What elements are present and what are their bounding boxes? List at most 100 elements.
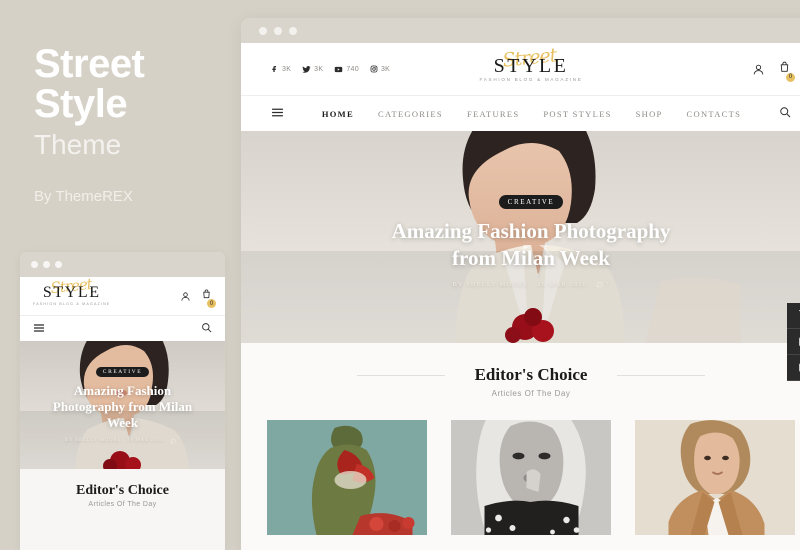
hero-category-badge[interactable]: CREATIVE <box>498 194 564 209</box>
mobile-hero-comment-count: 7 <box>177 438 181 443</box>
editors-choice-section: Editor's Choice Articles Of The Day <box>241 343 800 406</box>
hero-title-line2: from Milan Week <box>452 245 610 270</box>
hero-meta: BY SHELLY MOORE 26 MAR 2020 7 <box>452 281 609 288</box>
floating-action-bar <box>787 303 800 381</box>
mobile-hero-author: BY SHELLY MOORE <box>64 438 121 443</box>
menu-item-post-styles[interactable]: POST STYLES <box>543 109 611 119</box>
editors-choice-title: Editor's Choice <box>474 365 588 384</box>
header-actions: 0 <box>752 60 795 82</box>
hero-comment-count: 7 <box>605 280 610 288</box>
mobile-editors-choice-section: Editor's Choice Articles Of The Day <box>20 469 225 508</box>
article-card-bw-portrait[interactable] <box>451 420 611 535</box>
cart-icon <box>780 61 789 72</box>
mobile-cart-button[interactable]: 0 <box>201 287 216 308</box>
mobile-titlebar <box>20 252 225 277</box>
promo-title-line1: Street <box>34 42 145 86</box>
cart-button[interactable]: 0 <box>778 60 795 82</box>
social-facebook[interactable]: 3K <box>271 65 291 73</box>
hamburger-icon <box>272 108 283 116</box>
social-instagram-count: 3K <box>380 65 391 73</box>
facebook-icon <box>272 66 276 72</box>
mobile-header: Street STYLE FASHION BLOG & MAGAZINE 0 <box>20 275 225 315</box>
mobile-hamburger-menu-button[interactable] <box>33 320 45 338</box>
mobile-window-dot-maximize[interactable] <box>55 261 62 268</box>
user-icon[interactable] <box>180 291 191 302</box>
social-youtube[interactable]: 740 <box>334 65 359 74</box>
menu-item-home[interactable]: HOME <box>322 109 354 119</box>
user-icon[interactable] <box>752 63 765 76</box>
hero-section[interactable]: CREATIVE Amazing Fashion Photography fro… <box>241 131 800 343</box>
window-dot-maximize[interactable] <box>289 26 297 35</box>
promo-panel: Street Style Theme By ThemeREX <box>34 44 234 205</box>
article-card-grid <box>241 406 800 535</box>
social-twitter-count: 3K <box>314 65 324 73</box>
mobile-logo-tagline: FASHION BLOG & MAGAZINE <box>33 302 111 307</box>
floating-image-button[interactable] <box>787 329 800 355</box>
social-links: 3K 3K 740 3K <box>271 65 390 74</box>
search-button[interactable] <box>779 105 791 123</box>
promo-byline: By ThemeREX <box>34 188 133 205</box>
search-icon <box>202 322 212 332</box>
floating-cart-button[interactable] <box>787 303 800 329</box>
promo-title-line2: Style <box>34 82 128 126</box>
site-header: 3K 3K 740 3K Street STYLE FASHION BLOG &… <box>241 43 800 95</box>
mobile-cart-count-badge: 0 <box>207 299 216 308</box>
menu-item-features[interactable]: FEATURES <box>467 109 519 119</box>
menu-list: HOME CATEGORIES FEATURES POST STYLES SHO… <box>322 109 741 119</box>
instagram-icon <box>370 65 378 73</box>
hamburger-icon <box>34 323 44 332</box>
editors-choice-subtitle: Articles Of The Day <box>491 389 571 398</box>
window-dot-close[interactable] <box>259 26 267 35</box>
social-facebook-count: 3K <box>282 65 292 73</box>
hero-title-line1: Amazing Fashion Photography <box>391 218 671 243</box>
comment-icon <box>596 281 603 287</box>
logo-main-text: STYLE <box>493 54 569 77</box>
menu-item-categories[interactable]: CATEGORIES <box>378 109 443 119</box>
comment-icon <box>170 438 176 443</box>
mobile-hero-title-line2: Photography from Milan <box>52 398 193 414</box>
youtube-icon <box>335 66 343 72</box>
mobile-mockup: Street STYLE FASHION BLOG & MAGAZINE 0 C… <box>20 252 225 550</box>
mobile-hero-meta: BY SHELLY MOORE 26 MAR 2020 7 <box>65 438 181 444</box>
article-card-green-dress[interactable] <box>267 420 427 535</box>
hero-author: BY SHELLY MOORE <box>452 280 529 288</box>
logo-tagline: FASHION BLOG & MAGAZINE <box>479 76 583 82</box>
promo-subtitle: Theme <box>34 129 122 160</box>
social-instagram[interactable]: 3K <box>370 65 390 73</box>
mobile-header-actions: 0 <box>180 287 216 308</box>
main-navigation: HOME CATEGORIES FEATURES POST STYLES SHO… <box>241 95 800 131</box>
hamburger-menu-button[interactable] <box>271 105 284 123</box>
menu-item-contacts[interactable]: CONTACTS <box>687 109 742 119</box>
divider-right <box>617 375 705 376</box>
card-image-camel-blazer <box>635 420 795 535</box>
mobile-site-logo[interactable]: Street STYLE FASHION BLOG & MAGAZINE <box>33 275 111 307</box>
mobile-hero-title-line3: Week <box>106 414 139 430</box>
hero-comments: 7 <box>596 281 609 288</box>
site-logo[interactable]: Street STYLE FASHION BLOG & MAGAZINE <box>479 44 583 83</box>
mobile-hero-section[interactable]: CREATIVE Amazing Fashion Photography fro… <box>20 341 225 469</box>
card-image-bw-portrait <box>451 420 611 535</box>
mobile-logo-main-text: STYLE <box>42 284 101 302</box>
social-youtube-count: 740 <box>346 65 359 73</box>
mobile-window-dot-close[interactable] <box>31 261 38 268</box>
menu-item-shop[interactable]: SHOP <box>636 109 663 119</box>
cart-count-badge: 0 <box>786 72 795 82</box>
desktop-mockup: 3K 3K 740 3K Street STYLE FASHION BLOG &… <box>241 18 800 550</box>
mobile-navigation <box>20 315 225 341</box>
card-image-green-dress <box>267 420 427 535</box>
mobile-hero-comments: 7 <box>170 438 181 444</box>
floating-window-button[interactable] <box>787 355 800 381</box>
social-twitter[interactable]: 3K <box>302 65 323 74</box>
mobile-window-dot-minimize[interactable] <box>43 261 50 268</box>
search-icon <box>780 106 791 117</box>
twitter-icon <box>302 65 311 73</box>
mobile-editors-choice-subtitle: Articles Of The Day <box>88 501 157 508</box>
mobile-search-button[interactable] <box>201 320 212 338</box>
mobile-hero-category-badge[interactable]: CREATIVE <box>95 366 150 377</box>
browser-titlebar <box>241 18 800 43</box>
hero-date: 26 MAR 2020 <box>537 280 588 288</box>
article-card-camel-blazer[interactable] <box>635 420 795 535</box>
window-dot-minimize[interactable] <box>274 26 282 35</box>
mobile-hero-title-line1: Amazing Fashion <box>73 382 172 398</box>
mobile-editors-choice-title: Editor's Choice <box>76 483 169 498</box>
